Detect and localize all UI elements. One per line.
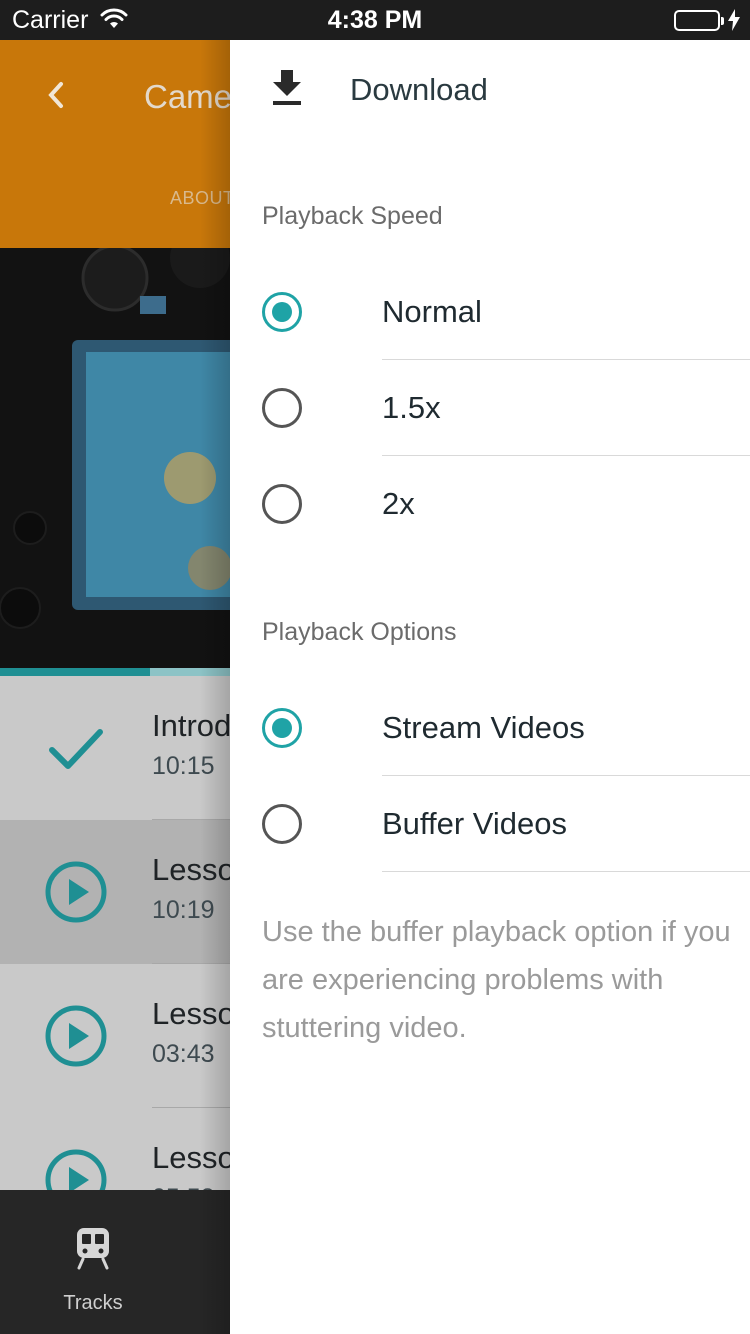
radio-label: 1.5x [382,390,441,425]
playback-settings-drawer: Download Playback Speed Normal 1.5x 2x P… [230,40,750,1334]
video-progress-bar[interactable] [0,668,230,676]
battery-icon [674,10,724,31]
app-header: Came ABOUT [0,40,230,248]
list-item[interactable]: Lesso 10:19 [0,820,230,964]
playback-speed-heading: Playback Speed [262,202,443,230]
speed-option-2x[interactable]: 2x [230,456,750,552]
play-circle-icon[interactable] [44,1004,108,1073]
lesson-list: Introd 10:15 Lesso 10:19 Lesso 03:43 Les… [0,676,230,1212]
radio-unselected[interactable] [262,484,302,524]
divider [382,871,750,872]
radio-selected[interactable] [262,708,302,748]
train-icon [75,1226,111,1275]
video-progress-fill [0,668,150,676]
option-buffer-videos[interactable]: Buffer Videos [230,776,750,872]
bolt-icon [728,9,740,36]
radio-label: Normal [382,294,482,329]
radio-selected[interactable] [262,292,302,332]
tab-tracks-label: Tracks [63,1292,123,1314]
speed-option-1-5x[interactable]: 1.5x [230,360,750,456]
download-icon [270,68,304,113]
radio-label: Buffer Videos [382,806,567,841]
radio-unselected[interactable] [262,388,302,428]
radio-label: Stream Videos [382,710,585,745]
play-circle-icon[interactable] [44,860,108,929]
chevron-left-icon[interactable] [44,78,66,117]
radio-unselected[interactable] [262,804,302,844]
list-item[interactable]: Lesso 03:43 [0,964,230,1108]
radio-label: 2x [382,486,415,521]
video-frame [0,248,230,668]
playback-options-heading: Playback Options [262,618,457,646]
clock: 4:38 PM [327,6,423,34]
background-app: Came ABOUT Introd 10:15 [0,40,230,1334]
list-item[interactable]: Introd 10:15 [0,676,230,820]
option-stream-videos[interactable]: Stream Videos [230,680,750,776]
download-button[interactable]: Download [230,40,750,140]
speed-option-normal[interactable]: Normal [230,264,750,360]
checkmark-icon [44,716,108,785]
buffer-help-text: Use the buffer playback option if you ar… [262,916,731,1044]
drawer-shadow [200,40,230,1334]
video-player[interactable] [0,248,230,668]
status-bar: Carrier 4:38 PM [0,0,750,40]
bottom-tab-bar: Tracks [0,1190,230,1334]
download-label: Download [350,72,488,107]
